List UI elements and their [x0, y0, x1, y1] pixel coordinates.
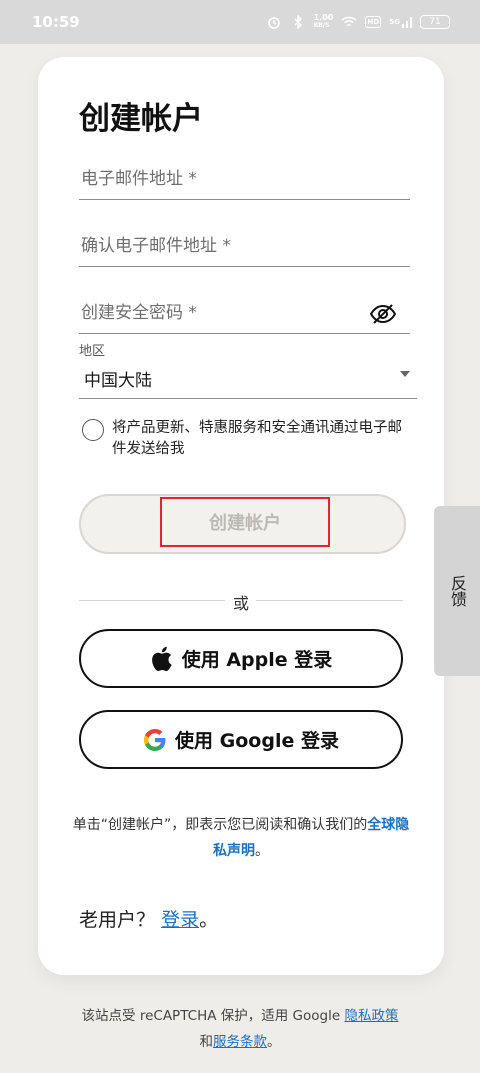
terms-disclaimer: 单击“创建帐户”，即表示您已阅读和确认我们的全球隐私声明。 [72, 817, 410, 859]
create-account-button-label[interactable]: 创建帐户 [160, 497, 330, 547]
status-icons: 1.00 KB/S HD 5G 71 [266, 14, 450, 30]
recaptcha-footer: 该站点受 reCAPTCHA 保护，适用 Google 隐私政策 和服务条款。 [81, 1008, 399, 1050]
email-field[interactable]: 电子邮件地址 * [79, 160, 410, 200]
email-placeholder: 电子邮件地址 * [81, 169, 197, 189]
create-account-card: 创建帐户 电子邮件地址 * 确认电子邮件地址 * 创建安全密码 * 地区 中国大… [38, 57, 444, 975]
wifi-icon [341, 14, 357, 30]
google-icon [143, 728, 167, 752]
login-link[interactable]: 登录 [161, 909, 199, 931]
alarm-icon [266, 14, 282, 30]
confirm-email-placeholder: 确认电子邮件地址 * [81, 236, 231, 256]
apple-icon [150, 646, 174, 671]
privacy-policy-link[interactable]: 隐私政策 [344, 1008, 398, 1024]
divider-left [79, 600, 225, 601]
password-field[interactable]: 创建安全密码 * [79, 294, 410, 334]
status-bar: 10:59 1.00 KB/S HD 5G 71 [0, 0, 480, 44]
password-placeholder: 创建安全密码 * [81, 303, 197, 323]
returning-user-text: 老用户？ 登录。 [79, 909, 219, 931]
consent-label: 将产品更新、特惠服务和安全通讯通过电子邮件发送给我 [112, 420, 402, 457]
google-signin-button[interactable]: 使用 Google 登录 [79, 710, 403, 769]
confirm-email-field[interactable]: 确认电子邮件地址 * [79, 227, 410, 267]
region-underline [79, 398, 417, 399]
divider-right [256, 600, 403, 601]
region-label: 地区 [79, 344, 106, 359]
terms-of-service-link[interactable]: 服务条款 [213, 1034, 267, 1050]
hd-icon: HD [365, 16, 382, 28]
region-select[interactable]: 中国大陆 [84, 366, 152, 391]
google-signin-label: 使用 Google 登录 [175, 730, 339, 752]
chevron-down-icon[interactable] [400, 371, 410, 377]
signal-icon: 5G [389, 16, 412, 28]
apple-signin-button[interactable]: 使用 Apple 登录 [79, 629, 403, 688]
hide-password-icon[interactable] [369, 303, 397, 325]
feedback-tab[interactable]: 反馈 [434, 506, 480, 676]
bluetooth-icon [290, 14, 306, 30]
battery-icon: 71 [420, 15, 450, 29]
network-speed: 1.00 KB/S [313, 13, 334, 30]
consent-checkbox[interactable] [82, 419, 104, 441]
feedback-label: 反馈 [448, 575, 467, 607]
status-time: 10:59 [32, 13, 80, 31]
apple-signin-label: 使用 Apple 登录 [181, 649, 333, 671]
page-title: 创建帐户 [79, 101, 203, 137]
or-separator: 或 [232, 594, 249, 613]
